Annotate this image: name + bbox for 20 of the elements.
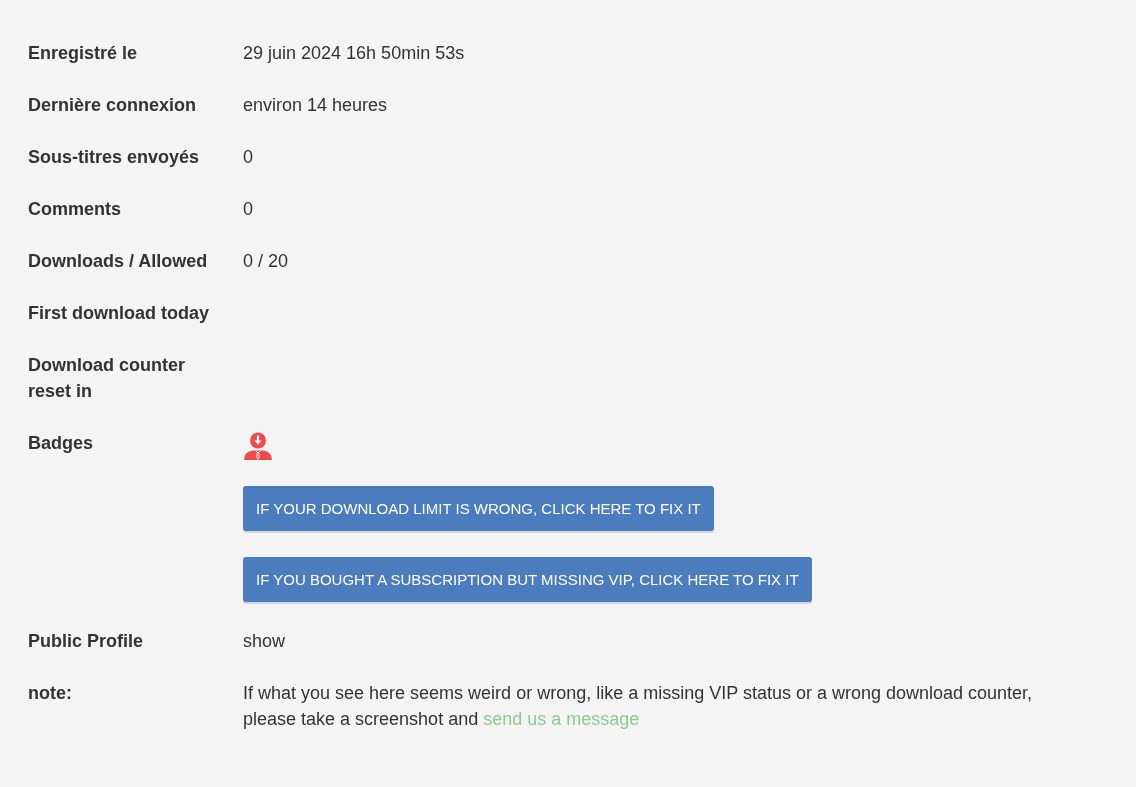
field-value: environ 14 heures <box>243 94 388 117</box>
field-label: Dernière connexion <box>28 95 197 115</box>
user-download-icon <box>243 432 273 460</box>
field-value: 29 juin 2024 16h 50min 53s <box>243 42 465 65</box>
field-value: 0 / 20 <box>243 250 289 273</box>
field-label: Public Profile <box>28 631 144 651</box>
field-label: Badges <box>28 433 94 453</box>
field-value: 0 <box>243 146 253 169</box>
field-label: Comments <box>28 199 121 219</box>
field-value: 0 <box>243 198 253 221</box>
field-label: note: <box>28 683 72 703</box>
field-label: Sous-titres envoyés <box>28 147 200 167</box>
field-label: First download today <box>28 303 209 323</box>
note-text: If what you see here seems weird or wrong, like a missing VIP status or a wrong download counter, please take a screenshot and send us a message <box>243 682 1034 731</box>
field-label: Enregistré le <box>28 43 138 63</box>
field-label: Download counter reset in <box>28 355 185 401</box>
field-label: Downloads / Allowed <box>28 251 208 271</box>
fix-it-button[interactable]: IF YOU BOUGHT A SUBSCRIPTION BUT MISSING VIP, CLICK HERE TO FIX IT <box>243 557 812 602</box>
field-value: show <box>243 630 286 653</box>
fix-it-button[interactable]: IF YOUR DOWNLOAD LIMIT IS WRONG, CLICK HERE TO FIX IT <box>243 486 714 531</box>
